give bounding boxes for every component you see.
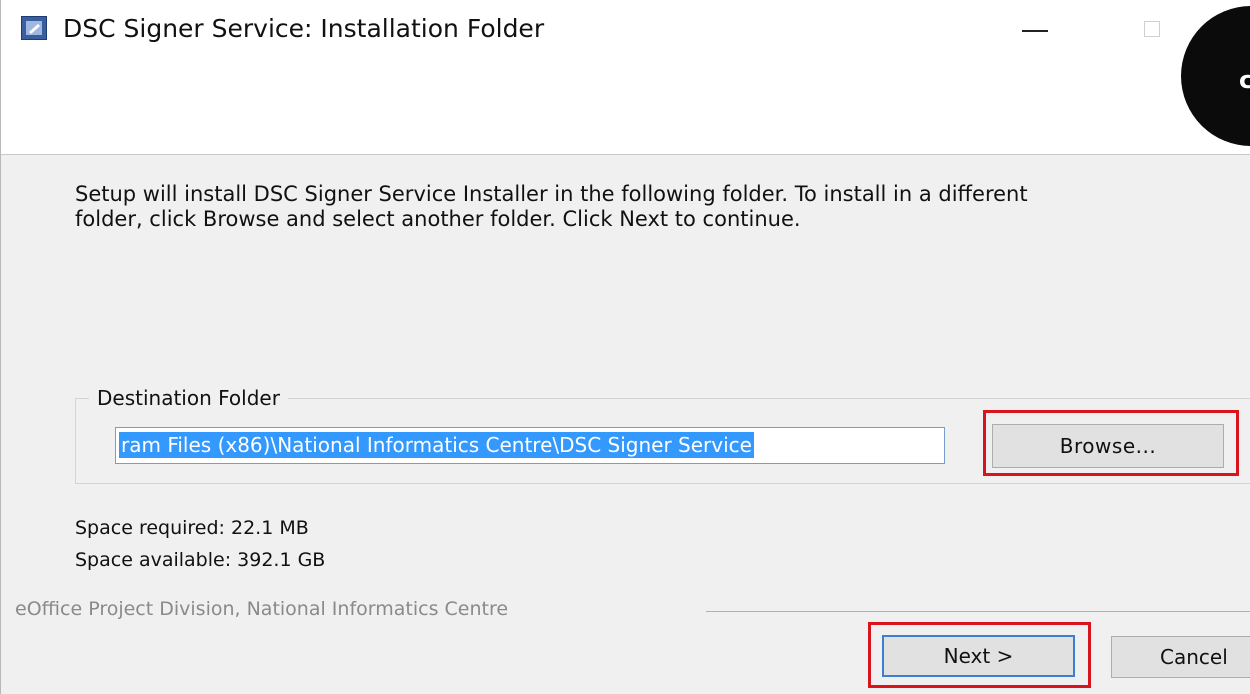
footer-divider [706,611,1250,612]
installer-app-icon [21,16,47,40]
minimize-button[interactable] [1016,24,1054,36]
browse-highlight-box [983,410,1239,476]
instructions-text: Setup will install DSC Signer Service In… [75,182,1235,232]
overlay-badge-letter: c [1239,66,1250,94]
space-available: Space available: 392.1 GB [75,549,326,571]
footer-branding: eOffice Project Division, National Infor… [15,598,509,620]
cancel-button[interactable]: Cancel [1111,636,1250,678]
space-required: Space required: 22.1 MB [75,517,309,539]
window-title: DSC Signer Service: Installation Folder [63,14,545,43]
instructions-line-2: folder, click Browse and select another … [75,207,801,231]
destination-path-value: ram Files (x86)\National Informatics Cen… [119,432,754,458]
instructions-line-1: Setup will install DSC Signer Service In… [75,182,1028,206]
destination-path-input[interactable]: ram Files (x86)\National Informatics Cen… [115,427,945,464]
minimize-icon [1022,30,1048,32]
next-highlight-box [868,622,1091,688]
title-bar: DSC Signer Service: Installation Folder [1,0,1250,62]
maximize-button[interactable] [1144,21,1160,37]
destination-folder-label: Destination Folder [89,386,288,410]
header-band [1,62,1250,155]
installer-window: DSC Signer Service: Installation Folder … [0,0,1250,694]
